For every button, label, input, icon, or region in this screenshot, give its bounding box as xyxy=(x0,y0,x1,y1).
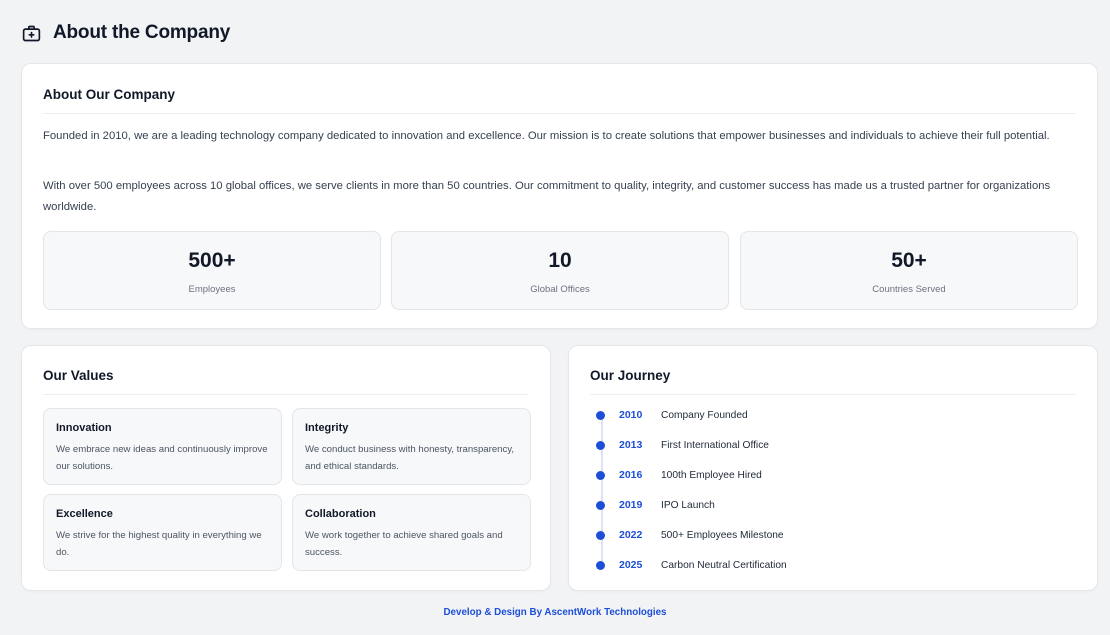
timeline-item: 2019 IPO Launch xyxy=(595,497,715,513)
timeline-year: 2010 xyxy=(619,409,643,421)
timeline-dot-icon xyxy=(596,560,605,570)
divider xyxy=(590,394,1076,395)
value-description: We strive for the highest quality in eve… xyxy=(56,530,262,558)
journey-card: Our Journey 2010 Company Founded 2013 Fi… xyxy=(568,345,1098,591)
timeline-dot-icon xyxy=(596,470,605,480)
timeline-dot-icon xyxy=(596,530,605,540)
timeline-event: First International Office xyxy=(661,439,769,451)
timeline-year: 2016 xyxy=(619,469,643,481)
stat-global-offices: 10 Global Offices xyxy=(391,231,729,310)
about-card-title: About Our Company xyxy=(43,87,175,102)
timeline-item: 2016 100th Employee Hired xyxy=(595,467,762,483)
value-collaboration: Collaboration We work together to achiev… xyxy=(292,494,531,571)
stat-label: Global Offices xyxy=(530,284,590,295)
divider xyxy=(43,113,1076,114)
timeline-item: 2025 Carbon Neutral Certification xyxy=(595,557,787,573)
page-title: About the Company xyxy=(53,22,231,43)
stat-employees: 500+ Employees xyxy=(43,231,381,310)
value-title: Collaboration xyxy=(305,508,376,520)
value-title: Integrity xyxy=(305,422,349,434)
stat-label: Countries Served xyxy=(872,284,946,295)
value-description: We embrace new ideas and continuously im… xyxy=(56,444,268,472)
stat-countries-served: 50+ Countries Served xyxy=(740,231,1078,310)
timeline-event: IPO Launch xyxy=(661,499,715,511)
values-card: Our Values Innovation We embrace new ide… xyxy=(21,345,551,591)
stat-label: Employees xyxy=(188,284,236,295)
value-excellence: Excellence We strive for the highest qua… xyxy=(43,494,282,571)
stat-value: 500+ xyxy=(188,249,236,272)
about-paragraph: With over 500 employees across 10 global… xyxy=(43,180,1051,213)
stat-value: 50+ xyxy=(891,249,927,272)
about-paragraph: Founded in 2010, we are a leading techno… xyxy=(43,130,1050,142)
value-integrity: Integrity We conduct business with hones… xyxy=(292,408,531,485)
timeline-event: 100th Employee Hired xyxy=(661,469,762,481)
value-innovation: Innovation We embrace new ideas and cont… xyxy=(43,408,282,485)
values-card-title: Our Values xyxy=(43,368,114,383)
timeline-item: 2010 Company Founded xyxy=(595,407,748,423)
timeline-year: 2013 xyxy=(619,439,643,451)
timeline-dot-icon xyxy=(596,440,605,450)
journey-card-title: Our Journey xyxy=(590,368,671,383)
value-title: Innovation xyxy=(56,422,112,434)
timeline-event: 500+ Employees Milestone xyxy=(661,529,784,541)
timeline-year: 2019 xyxy=(619,499,643,511)
timeline-item: 2022 500+ Employees Milestone xyxy=(595,527,784,543)
timeline-event: Carbon Neutral Certification xyxy=(661,559,787,571)
timeline-year: 2025 xyxy=(619,559,643,571)
divider xyxy=(43,394,529,395)
value-description: We conduct business with honesty, transp… xyxy=(305,444,515,472)
briefcase-icon xyxy=(21,23,42,44)
stat-value: 10 xyxy=(548,249,572,272)
footer-credit: Develop & Design By AscentWork Technolog… xyxy=(443,607,667,618)
page-header: About the Company xyxy=(21,22,230,44)
value-description: We work together to achieve shared goals… xyxy=(305,530,503,558)
timeline-dot-icon xyxy=(596,410,605,420)
timeline-item: 2013 First International Office xyxy=(595,437,769,453)
about-card: About Our Company Founded in 2010, we ar… xyxy=(21,63,1098,329)
timeline-dot-icon xyxy=(596,500,605,510)
timeline-event: Company Founded xyxy=(661,409,748,421)
timeline-year: 2022 xyxy=(619,529,643,541)
value-title: Excellence xyxy=(56,508,113,520)
